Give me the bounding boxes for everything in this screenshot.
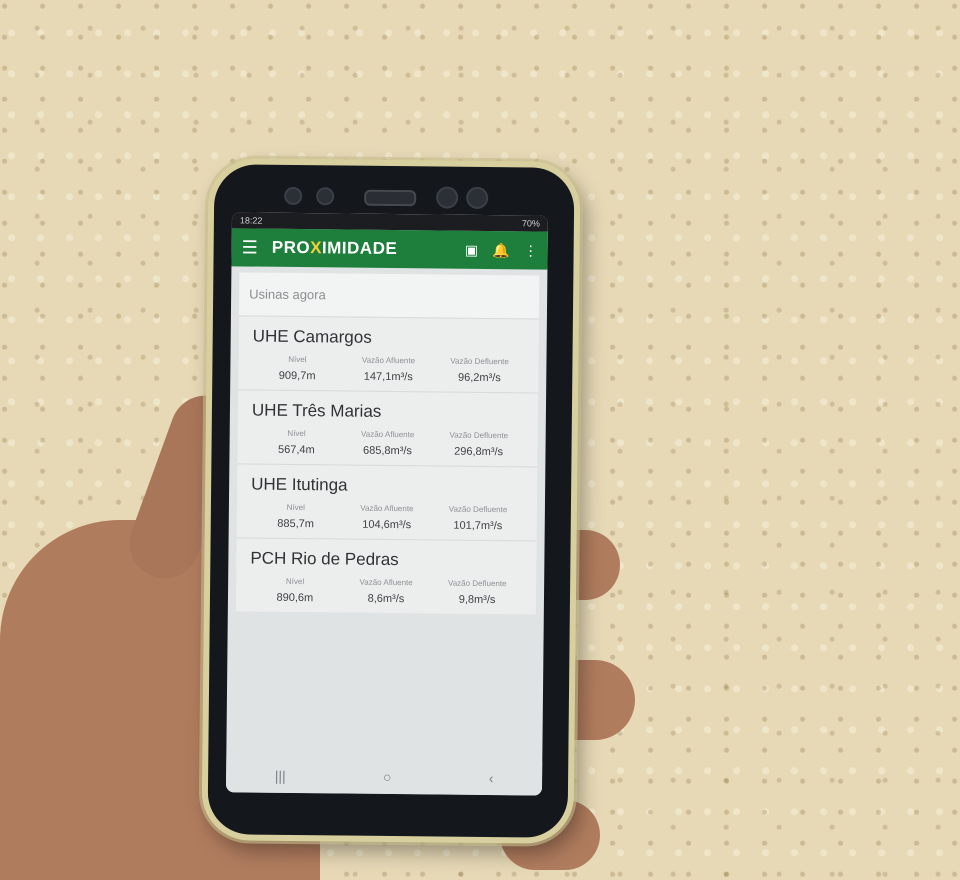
metric-value: 567,4m [277, 443, 315, 457]
metric-defluente: Vazão Defluente 9,8m³/s [432, 578, 522, 606]
front-camera [466, 186, 489, 210]
metric-value: 9,8m³/s [458, 593, 496, 607]
metric-label: Vazão Defluente [447, 578, 507, 589]
metric-nivel: Nível 890,6m [250, 577, 340, 605]
app-bar: ☰ PROXIMIDADE ▣ 🔔 ⋮ [231, 228, 548, 270]
metric-defluente: Vazão Defluente 101,7m³/s [433, 504, 523, 533]
metric-value: 909,7m [278, 369, 316, 383]
battery-status: 70% [521, 218, 540, 229]
plant-list: UHE Camargos Nível 909,7m Vazão Afluente… [228, 315, 547, 615]
metric-nivel: Nível 885,7m [251, 503, 341, 531]
metric-afluente: Vazão Afluente 147,1m³/s [343, 355, 433, 384]
menu-icon[interactable]: ☰ [242, 237, 258, 258]
metric-afluente: Vazão Afluente 104,6m³/s [342, 503, 432, 532]
metric-label: Vazão Defluente [449, 430, 509, 441]
back-icon[interactable]: ‹ [489, 770, 494, 786]
metric-afluente: Vazão Afluente 685,8m³/s [343, 429, 433, 458]
metric-value: 890,6m [276, 591, 314, 605]
screen: 18:22 70% ☰ PROXIMIDADE ▣ 🔔 ⋮ Usinas ago… [225, 212, 548, 796]
metric-value: 685,8m³/s [362, 444, 413, 458]
more-icon[interactable]: ⋮ [524, 242, 538, 259]
recents-icon[interactable]: ||| [275, 768, 286, 784]
metric-value: 885,7m [277, 517, 315, 531]
metric-nivel: Nível 567,4m [251, 429, 341, 457]
front-camera [436, 186, 459, 209]
plant-metrics: Nível 890,6m Vazão Afluente 8,6m³/s Vazã… [250, 577, 522, 607]
plant-card[interactable]: UHE Camargos Nível 909,7m Vazão Afluente… [238, 315, 539, 393]
sensor [316, 187, 335, 206]
nav-bar: ||| ○ ‹ [225, 758, 543, 796]
metric-value: 101,7m³/s [453, 519, 503, 533]
metric-label: Vazão Afluente [361, 429, 415, 440]
plant-metrics: Nível 909,7m Vazão Afluente 147,1m³/s Va… [252, 355, 524, 385]
metric-label: Vazão Defluente [450, 356, 509, 367]
plant-name: PCH Rio de Pedras [250, 548, 399, 570]
plant-metrics: Nível 885,7m Vazão Afluente 104,6m³/s Va… [251, 503, 523, 533]
plant-name: UHE Camargos [252, 326, 372, 347]
metric-defluente: Vazão Defluente 96,2m³/s [434, 356, 524, 385]
front-camera [284, 186, 303, 206]
section-title: Usinas agora [238, 272, 540, 319]
map-icon[interactable]: ▣ [465, 241, 478, 258]
plant-card[interactable]: PCH Rio de Pedras Nível 890,6m Vazão Afl… [235, 537, 537, 615]
plant-name: UHE Três Marias [251, 400, 382, 421]
metric-label: Nível [285, 576, 305, 587]
metric-label: Nível [288, 354, 307, 365]
metric-nivel: Nível 909,7m [252, 355, 342, 383]
metric-label: Vazão Afluente [361, 355, 416, 366]
metric-value: 96,2m³/s [457, 371, 501, 385]
metric-defluente: Vazão Defluente 296,8m³/s [434, 430, 524, 459]
metric-value: 147,1m³/s [363, 370, 413, 384]
status-time: 18:22 [239, 215, 263, 226]
plant-metrics: Nível 567,4m Vazão Afluente 685,8m³/s Va… [251, 429, 523, 459]
plant-name: UHE Itutinga [251, 474, 348, 495]
home-icon[interactable]: ○ [383, 769, 392, 785]
app-logo: PROXIMIDADE [271, 237, 398, 259]
earpiece [364, 189, 417, 207]
metric-label: Nível [287, 428, 306, 439]
smartphone: 18:22 70% ☰ PROXIMIDADE ▣ 🔔 ⋮ Usinas ago… [201, 158, 581, 844]
bell-icon[interactable]: 🔔 [492, 242, 510, 259]
metric-label: Vazão Defluente [448, 504, 508, 515]
metric-label: Nível [286, 502, 305, 513]
plant-card[interactable]: UHE Três Marias Nível 567,4m Vazão Aflue… [237, 389, 539, 467]
metric-value: 8,6m³/s [367, 592, 405, 606]
metric-label: Vazão Afluente [359, 577, 413, 588]
metric-label: Vazão Afluente [360, 503, 414, 514]
metric-afluente: Vazão Afluente 8,6m³/s [341, 577, 431, 605]
metric-value: 104,6m³/s [362, 518, 412, 532]
metric-value: 296,8m³/s [454, 445, 504, 459]
plant-card[interactable]: UHE Itutinga Nível 885,7m Vazão Afluente… [236, 463, 538, 541]
